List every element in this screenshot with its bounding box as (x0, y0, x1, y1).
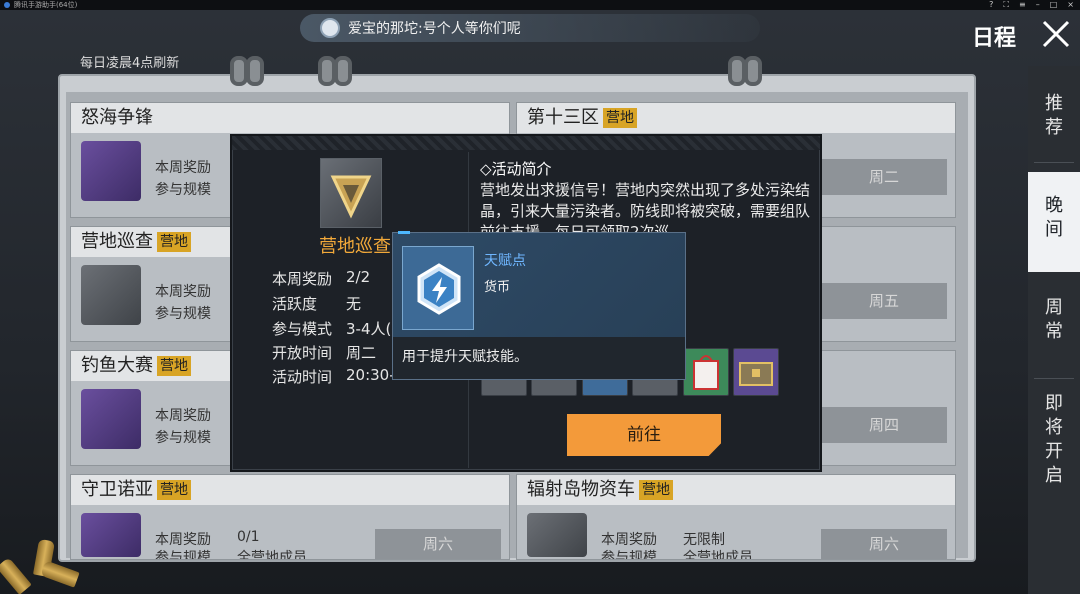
gift-bag-icon[interactable] (683, 348, 729, 396)
day-button[interactable]: 周五 (821, 283, 947, 319)
go-button[interactable]: 前往 (567, 414, 721, 456)
detail-label: 参与模式 (272, 320, 333, 338)
supply-truck-icon (527, 513, 587, 557)
activity-card[interactable]: 守卫诺亚 营地 本周奖励 0/1 参与规模 全营地成员 周六 (70, 474, 510, 560)
card-title: 第十三区 营地 (517, 103, 955, 133)
nav-item-recommend[interactable]: 推荐 (1028, 92, 1080, 148)
nav-item-weekly[interactable]: 周常 (1028, 296, 1080, 356)
refresh-note: 每日凌晨4点刷新 (80, 56, 180, 71)
mode-label: 参与规模 (155, 306, 211, 322)
day-button[interactable]: 周六 (375, 529, 501, 559)
gold-chest-icon (81, 513, 141, 557)
detail-label: 本周奖励 (272, 270, 333, 288)
menu-icon[interactable]: ≡ (1019, 0, 1026, 10)
talent-point-icon (402, 246, 474, 330)
binder-ring (246, 56, 264, 86)
reward-label: 本周奖励 (155, 160, 211, 176)
mode-value: 全营地成员 (237, 550, 307, 559)
nav-item-evening[interactable]: 晚间 (1028, 172, 1080, 272)
reward-value: 0/1 (237, 529, 260, 545)
side-nav: 推荐 晚间 周常 即将开启 (1028, 66, 1080, 594)
reward-label: 本周奖励 (601, 532, 657, 548)
detail-value: 20:30- (346, 366, 395, 384)
announcer-avatar-icon (320, 18, 340, 38)
nav-label: 推荐 (1045, 93, 1063, 138)
mode-value: 全营地成员 (683, 550, 753, 559)
reward-label: 本周奖励 (155, 408, 211, 424)
camp-badge: 营地 (157, 232, 191, 252)
mode-label: 参与规模 (155, 430, 211, 446)
intro-heading: ◇活动简介 (480, 160, 552, 178)
card-title: 怒海争锋 (71, 103, 509, 133)
chest-icon (81, 141, 141, 201)
card-title: 守卫诺亚 营地 (71, 475, 509, 505)
close-icon[interactable] (1040, 18, 1072, 50)
day-button[interactable]: 周四 (821, 407, 947, 443)
announcement-banner: 爱宝的那坨:号个人等你们呢 (300, 14, 760, 42)
reward-label: 本周奖励 (155, 532, 211, 548)
activity-card[interactable]: 辐射岛物资车 营地 本周奖励 无限制 参与规模 全营地成员 周六 (516, 474, 956, 560)
binder-ring (744, 56, 762, 86)
mode-label: 参与规模 (601, 550, 657, 559)
mode-label: 参与规模 (155, 182, 211, 198)
camp-badge: 营地 (639, 480, 673, 500)
camp-badge: 营地 (157, 356, 191, 376)
detail-value: 2/2 (346, 268, 371, 286)
nav-label: 晚间 (1045, 195, 1063, 240)
fullscreen-icon[interactable]: ⛶ (1003, 0, 1009, 10)
app-logo-icon (4, 2, 10, 8)
announcement-text: 爱宝的那坨:号个人等你们呢 (348, 21, 521, 37)
tooltip-description: 用于提升天赋技能。 (402, 349, 528, 365)
nav-divider (1034, 378, 1074, 379)
window-controls: ? ⛶ ≡ – □ × (989, 0, 1074, 10)
detail-label: 开放时间 (272, 344, 333, 362)
window-close-icon[interactable]: × (1067, 0, 1074, 10)
day-button[interactable]: 周二 (821, 159, 947, 195)
detail-label: 活动时间 (272, 368, 333, 386)
minimize-icon[interactable]: – (1036, 0, 1040, 10)
mode-label: 参与规模 (155, 550, 211, 559)
window-titlebar: 腾讯手游助手(64位) (0, 0, 1080, 10)
detail-value: 无 (346, 295, 362, 313)
nav-label: 周常 (1045, 297, 1063, 342)
day-button[interactable]: 周六 (821, 529, 947, 559)
tooltip-item-type: 货币 (484, 280, 511, 295)
gold-chest-icon[interactable] (733, 348, 779, 396)
nav-divider (1034, 162, 1074, 163)
card-title-text: 第十三区 (527, 107, 599, 128)
card-title-text: 怒海争锋 (81, 107, 153, 128)
gold-chest-icon (81, 389, 141, 449)
card-title-text: 辐射岛物资车 (527, 479, 635, 500)
nav-item-upcoming[interactable]: 即将开启 (1028, 392, 1080, 492)
patrol-badge-icon (320, 158, 382, 228)
reward-value: 无限制 (683, 532, 725, 548)
detail-value: 周二 (346, 344, 377, 362)
card-title-text: 守卫诺亚 (81, 479, 153, 500)
help-icon[interactable]: ? (989, 0, 993, 10)
card-title: 辐射岛物资车 营地 (517, 475, 955, 505)
camp-badge: 营地 (603, 108, 637, 128)
reward-label: 本周奖励 (155, 284, 211, 300)
tooltip-accent (398, 231, 410, 234)
detail-value: 3-4人( (346, 320, 392, 338)
patrol-badge-icon (81, 265, 141, 325)
nav-label: 即将开启 (1045, 393, 1063, 486)
detail-label: 活跃度 (272, 295, 318, 313)
tooltip-item-name: 天赋点 (484, 253, 526, 269)
card-title-text: 钓鱼大赛 (81, 355, 153, 376)
page-title: 日程 (972, 26, 1017, 51)
window-title: 腾讯手游助手(64位) (14, 1, 78, 9)
camp-badge: 营地 (157, 480, 191, 500)
card-title-text: 营地巡查 (81, 231, 153, 252)
panel-header-strip (232, 136, 820, 150)
maximize-icon[interactable]: □ (1050, 0, 1058, 10)
binder-ring (334, 56, 352, 86)
